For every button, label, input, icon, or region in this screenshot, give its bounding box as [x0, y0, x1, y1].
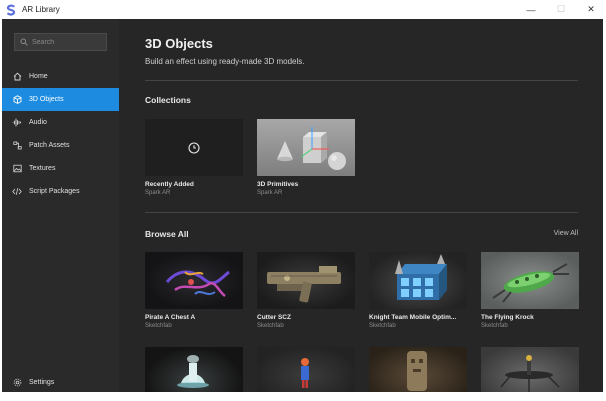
asset-card-7[interactable] — [369, 347, 467, 392]
asset-thumbnail — [369, 252, 467, 309]
card-source: Sketchfab — [369, 323, 396, 329]
settings-label: Settings — [29, 379, 55, 386]
asset-preview-image — [301, 358, 309, 388]
sidebar-item-label: Textures — [29, 165, 56, 172]
card-title: Pirate A Chest A — [145, 314, 196, 321]
gear-icon — [12, 378, 22, 388]
view-all-link[interactable]: View All — [554, 230, 578, 237]
asset-thumbnail — [481, 347, 579, 392]
title-bar: AR Library — ☐ ✕ — [0, 0, 606, 19]
pirate-chest-preview-image — [165, 270, 230, 298]
collection-card-3d-primitives[interactable]: 3D Primitives Spark AR — [257, 119, 355, 196]
asset-thumbnail — [257, 252, 355, 309]
browse-all-heading: Browse All — [145, 229, 189, 239]
sidebar-item-audio[interactable]: Audio — [2, 111, 119, 134]
asset-card-8[interactable] — [481, 347, 579, 392]
card-title: Knight Team Mobile Optim... — [369, 314, 457, 321]
asset-preview-image — [407, 351, 427, 391]
cube-icon — [12, 95, 22, 105]
card-title: 3D Primitives — [257, 181, 299, 188]
minimize-button[interactable]: — — [516, 0, 546, 19]
clock-icon — [188, 141, 200, 154]
divider — [145, 80, 578, 81]
sidebar-item-script-packages[interactable]: Script Packages — [2, 180, 119, 203]
sidebar-item-3d-objects[interactable]: 3D Objects — [2, 88, 119, 111]
divider — [145, 212, 578, 213]
flying-krock-preview-image — [492, 263, 569, 303]
close-button[interactable]: ✕ — [576, 0, 606, 19]
asset-card-5[interactable] — [145, 347, 243, 392]
card-source: Sketchfab — [481, 323, 508, 329]
card-title: Recently Added — [145, 181, 194, 188]
asset-preview-image — [177, 355, 209, 388]
card-source: Sketchfab — [257, 323, 284, 329]
primitives-preview-image — [277, 127, 346, 170]
asset-card-flying-krock[interactable]: The Flying Krock Sketchfab — [481, 252, 579, 329]
asset-thumbnail — [145, 252, 243, 309]
asset-thumbnail — [257, 347, 355, 392]
asset-thumbnail — [481, 252, 579, 309]
search-input[interactable] — [32, 38, 102, 46]
window-title: AR Library — [22, 5, 60, 14]
sidebar-item-label: Script Packages — [29, 188, 80, 195]
main-panel: 3D Objects Build an effect using ready-m… — [119, 19, 603, 392]
asset-preview-image — [500, 355, 560, 392]
page-subtitle: Build an effect using ready-made 3D mode… — [145, 57, 305, 66]
sidebar-item-label: 3D Objects — [29, 96, 64, 103]
card-source: Sketchfab — [145, 323, 172, 329]
asset-card-knight-team[interactable]: Knight Team Mobile Optim... Sketchfab — [369, 252, 467, 329]
asset-card-6[interactable] — [257, 347, 355, 392]
search-box — [14, 33, 107, 51]
home-icon — [12, 72, 22, 82]
sidebar-item-label: Patch Assets — [29, 142, 70, 149]
asset-card-pirate-chest[interactable]: Pirate A Chest A Sketchfab — [145, 252, 243, 329]
card-source: Spark AR — [145, 190, 171, 196]
audio-wave-icon — [12, 118, 22, 128]
maximize-button[interactable]: ☐ — [546, 0, 576, 19]
card-title: The Flying Krock — [481, 314, 534, 321]
sidebar-item-patch-assets[interactable]: Patch Assets — [2, 134, 119, 157]
settings-button[interactable]: Settings — [2, 371, 119, 394]
spark-ar-logo-icon — [6, 4, 16, 16]
sidebar-item-home[interactable]: Home — [2, 65, 119, 88]
patch-icon — [12, 141, 22, 151]
asset-card-cutter-scz[interactable]: Cutter SCZ Sketchfab — [257, 252, 355, 329]
sidebar-item-label: Audio — [29, 119, 47, 126]
card-title: Cutter SCZ — [257, 314, 291, 321]
search-icon — [20, 38, 28, 46]
collection-card-recently-added[interactable]: Recently Added Spark AR — [145, 119, 243, 196]
sidebar-item-textures[interactable]: Textures — [2, 157, 119, 180]
window-frame — [0, 392, 606, 401]
image-icon — [12, 164, 22, 174]
cutter-preview-image — [267, 266, 341, 303]
asset-thumbnail — [369, 347, 467, 392]
collection-thumbnail — [257, 119, 355, 176]
sidebar: Home 3D Objects Audio Patch Assets Textu… — [2, 19, 119, 392]
sidebar-item-label: Home — [29, 73, 48, 80]
code-icon — [12, 187, 22, 197]
collection-thumbnail — [145, 119, 243, 176]
collections-heading: Collections — [145, 95, 191, 105]
card-source: Spark AR — [257, 190, 283, 196]
asset-thumbnail — [145, 347, 243, 392]
knight-chest-preview-image — [395, 254, 447, 300]
page-title: 3D Objects — [145, 36, 213, 51]
